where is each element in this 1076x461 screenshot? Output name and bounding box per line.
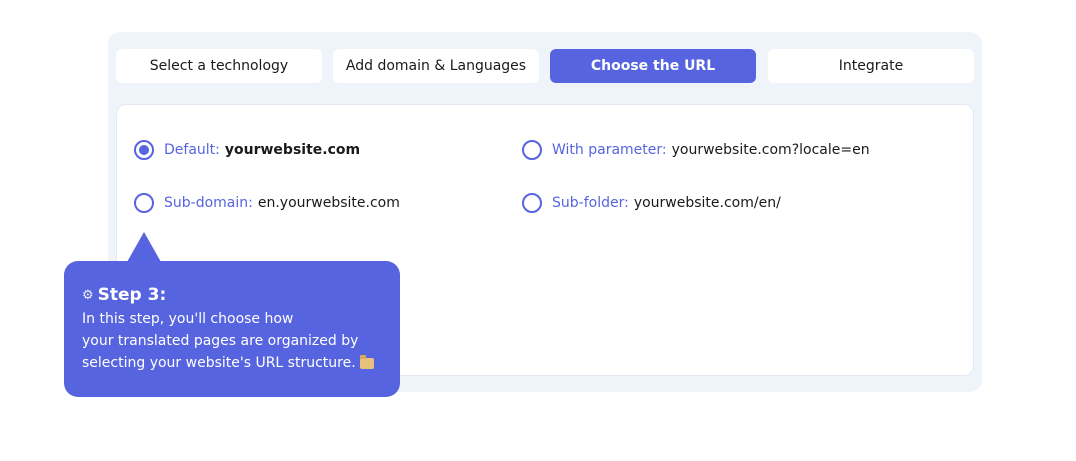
option-default[interactable]: Default: yourwebsite.com bbox=[134, 140, 360, 160]
option-subfolder-value: yourwebsite.com/en/ bbox=[633, 195, 781, 211]
option-parameter[interactable]: With parameter: yourwebsite.com?locale=e… bbox=[522, 140, 870, 160]
tooltip-line-3-row: selecting your website's URL structure. bbox=[82, 352, 384, 374]
option-parameter-value: yourwebsite.com?locale=en bbox=[671, 142, 870, 158]
tab-add-domain-languages[interactable]: Add domain & Languages bbox=[333, 49, 539, 83]
tab-integrate[interactable]: Integrate bbox=[768, 49, 974, 83]
tooltip-arrow bbox=[127, 232, 161, 262]
radio-default[interactable] bbox=[134, 140, 154, 160]
tooltip-title: Step 3: bbox=[97, 285, 167, 305]
tab-choose-url[interactable]: Choose the URL bbox=[550, 49, 756, 83]
gear-icon: ⚙ bbox=[82, 287, 94, 303]
tooltip-line-1: In this step, you'll choose how bbox=[82, 311, 294, 327]
option-default-value: yourwebsite.com bbox=[224, 142, 361, 158]
option-parameter-label: With parameter: bbox=[552, 142, 667, 158]
option-subfolder[interactable]: Sub-folder: yourwebsite.com/en/ bbox=[522, 193, 781, 213]
option-default-label: Default: bbox=[164, 142, 220, 158]
radio-subdomain[interactable] bbox=[134, 193, 154, 213]
radio-subfolder[interactable] bbox=[522, 193, 542, 213]
radio-parameter[interactable] bbox=[522, 140, 542, 160]
tooltip-title-row: ⚙ Step 3: bbox=[82, 285, 384, 305]
option-subfolder-label: Sub-folder: bbox=[552, 195, 629, 211]
tooltip-line-2: your translated pages are organized by bbox=[82, 333, 359, 349]
wizard-tabs: Select a technology Add domain & Languag… bbox=[116, 49, 975, 83]
tab-select-technology[interactable]: Select a technology bbox=[116, 49, 322, 83]
option-subdomain-label: Sub-domain: bbox=[164, 195, 253, 211]
folder-icon bbox=[359, 354, 374, 369]
tooltip-line-3: selecting your website's URL structure. bbox=[82, 355, 356, 371]
tooltip-body: In this step, you'll choose how your tra… bbox=[82, 308, 384, 374]
option-subdomain-value: en.yourwebsite.com bbox=[257, 195, 400, 211]
option-subdomain[interactable]: Sub-domain: en.yourwebsite.com bbox=[134, 193, 400, 213]
step-tooltip: ⚙ Step 3: In this step, you'll choose ho… bbox=[64, 261, 400, 397]
